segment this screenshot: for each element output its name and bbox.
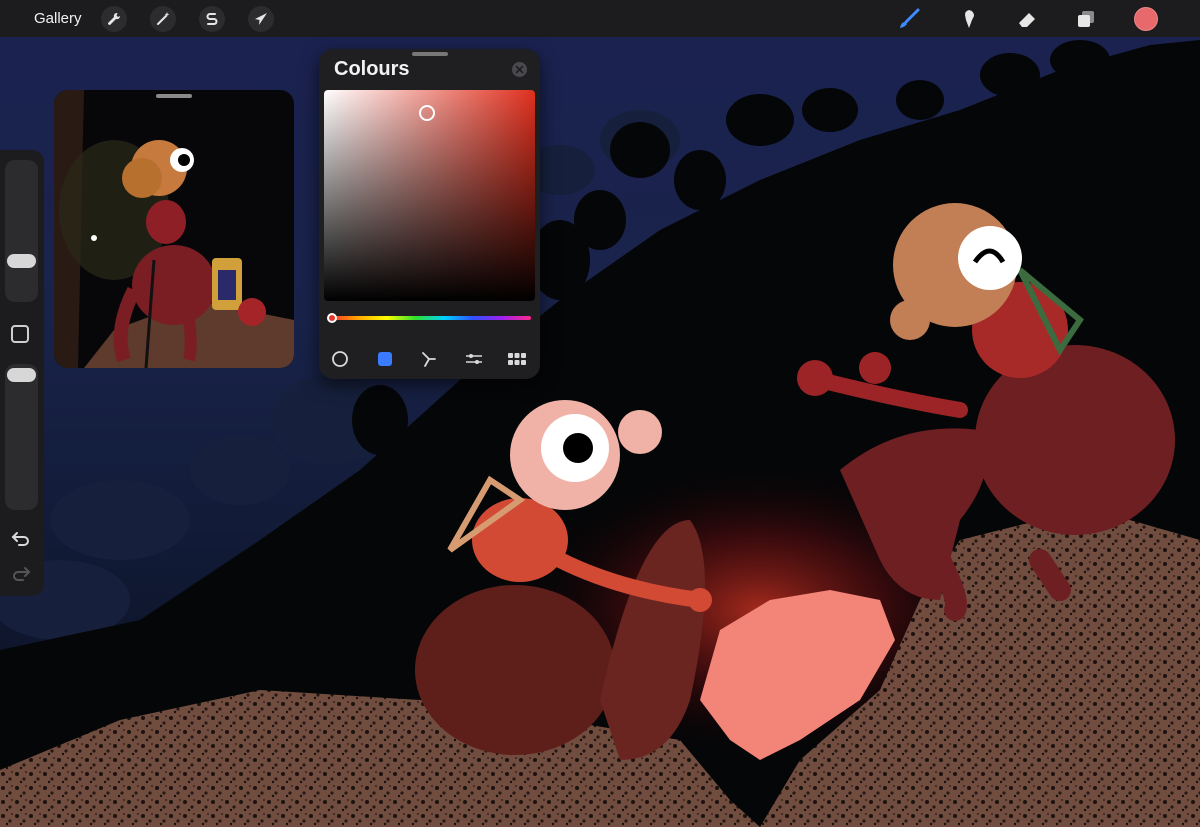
close-icon: [515, 65, 524, 74]
tab-classic[interactable]: [373, 347, 397, 371]
hue-slider[interactable]: [329, 316, 531, 320]
close-button[interactable]: [512, 62, 527, 77]
eraser-tool-button[interactable]: [1014, 6, 1040, 32]
wrench-icon: [108, 12, 121, 25]
undo-button[interactable]: [11, 530, 31, 553]
brush-icon: [900, 8, 920, 28]
hue-slider-knob[interactable]: [327, 313, 337, 323]
tab-disc[interactable]: [328, 347, 352, 371]
saturation-brightness-picker[interactable]: [324, 90, 535, 301]
current-color-button[interactable]: [1134, 7, 1158, 31]
grab-handle-icon[interactable]: [412, 52, 448, 56]
redo-button[interactable]: [11, 565, 31, 588]
colours-title: Colours: [334, 58, 410, 80]
grab-handle-icon[interactable]: [156, 94, 192, 98]
brush-tool-button[interactable]: [896, 6, 922, 32]
transform-button[interactable]: [248, 6, 274, 32]
gallery-button[interactable]: Gallery: [34, 10, 82, 27]
opacity-thumb[interactable]: [7, 368, 36, 382]
left-sidebar: [0, 150, 44, 596]
selection-s-icon: [206, 13, 218, 25]
reference-image: [54, 90, 294, 368]
undo-icon: [11, 532, 29, 546]
tab-palettes[interactable]: [505, 347, 529, 371]
layers-icon: [1078, 11, 1094, 27]
redo-icon: [13, 567, 31, 581]
eraser-icon: [1019, 13, 1035, 27]
harmony-icon: [422, 352, 436, 367]
color-picker-marker[interactable]: [419, 105, 436, 122]
brush-size-thumb[interactable]: [7, 254, 36, 268]
square-filled-icon: [378, 352, 392, 366]
modify-button[interactable]: [11, 325, 29, 343]
circle-icon: [332, 351, 348, 367]
smudge-tool-button[interactable]: [955, 6, 981, 32]
colours-panel: Colours: [319, 49, 540, 379]
layers-button[interactable]: [1073, 6, 1099, 32]
actions-button[interactable]: [101, 6, 127, 32]
adjustments-button[interactable]: [150, 6, 176, 32]
tab-value[interactable]: [462, 347, 486, 371]
grid-icon: [508, 353, 526, 365]
top-toolbar: Gallery: [0, 0, 1200, 37]
smudge-icon: [965, 10, 974, 28]
reference-window[interactable]: [54, 90, 294, 368]
tab-harmony[interactable]: [417, 347, 441, 371]
opacity-slider[interactable]: [5, 364, 38, 510]
brush-size-slider[interactable]: [5, 160, 38, 302]
arrow-cursor-icon: [255, 13, 267, 25]
selection-button[interactable]: [199, 6, 225, 32]
sliders-icon: [466, 354, 482, 364]
magic-wand-icon: [157, 12, 170, 25]
